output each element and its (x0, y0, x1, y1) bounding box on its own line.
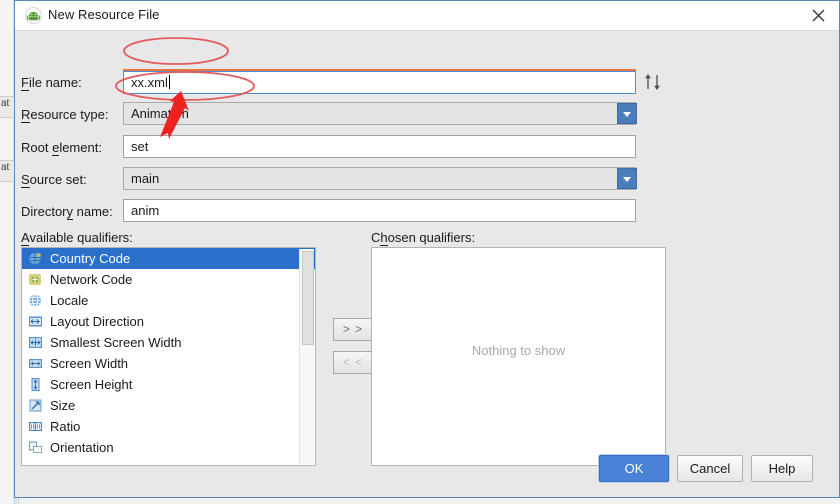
directory-name-value: anim (131, 203, 160, 218)
resource-type-combo[interactable]: Animation (123, 102, 636, 125)
new-resource-file-dialog: New Resource File File name: xx.xml Reso… (14, 0, 840, 498)
screen-width-icon (28, 356, 43, 371)
list-item-label: Country Code (50, 251, 131, 266)
source-set-combo[interactable]: main (123, 167, 636, 190)
dialog-title: New Resource File (48, 7, 160, 22)
list-item-label: Orientation (50, 440, 114, 455)
chosen-qualifiers-label: Chosen qualifiers: (371, 230, 476, 246)
directory-name-label: Directory name: (21, 204, 113, 220)
list-item[interactable]: Layout Direction (22, 311, 315, 332)
orientation-icon (28, 440, 43, 455)
list-item[interactable]: Network Code (22, 269, 315, 290)
list-item[interactable]: Screen Width (22, 353, 315, 374)
network-code-icon (28, 272, 43, 287)
add-qualifier-button[interactable]: > > (333, 318, 373, 341)
resource-type-dropdown-arrow[interactable] (617, 103, 637, 124)
directory-name-input[interactable]: anim (123, 199, 636, 222)
scrollbar-thumb[interactable] (302, 251, 314, 345)
list-item[interactable]: Smallest Screen Width (22, 332, 315, 353)
screen-height-icon (28, 377, 43, 392)
text-caret (168, 75, 170, 89)
remove-qualifier-button[interactable]: < < (333, 351, 373, 374)
size-icon (28, 398, 43, 413)
list-item-label: Screen Height (50, 377, 133, 392)
available-qualifiers-list[interactable]: Country Code Network Code Locale Layout Dir… (21, 247, 316, 466)
screen: at at New Resource File File name: xx.xm… (0, 0, 840, 504)
source-set-dropdown-arrow[interactable] (617, 168, 637, 189)
root-element-label: Root element: (21, 140, 102, 156)
android-robot-icon (25, 7, 42, 24)
country-code-icon (28, 251, 43, 266)
chosen-qualifiers-list[interactable]: Nothing to show (371, 247, 666, 466)
list-item[interactable]: Ratio (22, 416, 315, 437)
dialog-body: File name: xx.xml Resource type: Animati… (15, 31, 839, 497)
list-item-label: Size (50, 398, 76, 413)
source-set-label: Source set: (21, 172, 87, 188)
list-item[interactable]: Orientation (22, 437, 315, 458)
ok-button[interactable]: OK (599, 455, 669, 482)
list-item[interactable]: Country Code (22, 248, 315, 269)
locale-globe-icon (28, 293, 43, 308)
list-item-label: Network Code (50, 272, 133, 287)
available-qualifiers-label: Available qualifiers: (21, 230, 133, 246)
list-item-label: Locale (50, 293, 89, 308)
file-name-value: xx.xml (131, 75, 168, 90)
smallest-screen-width-icon (28, 335, 43, 350)
list-item-label: Layout Direction (50, 314, 144, 329)
root-element-value: set (131, 139, 149, 154)
ratio-icon (28, 419, 43, 434)
list-item[interactable]: Locale (22, 290, 315, 311)
list-item[interactable]: Size (22, 395, 315, 416)
dialog-titlebar: New Resource File (15, 1, 839, 31)
list-item-label: Ratio (50, 419, 81, 434)
source-set-value: main (131, 171, 160, 186)
help-button[interactable]: Help (751, 455, 813, 482)
list-item-label: Smallest Screen Width (50, 335, 182, 350)
available-list-scrollbar[interactable] (299, 249, 314, 464)
file-name-input[interactable]: xx.xml (123, 71, 636, 94)
layout-direction-icon (28, 314, 43, 329)
root-element-input[interactable]: set (123, 135, 636, 158)
resource-type-value: Animation (131, 106, 189, 121)
chosen-empty-message: Nothing to show (471, 343, 566, 358)
close-icon[interactable] (805, 4, 831, 28)
resource-type-label: Resource type: (21, 107, 109, 123)
list-item[interactable]: Screen Height (22, 374, 315, 395)
sort-up-down-icon[interactable] (642, 72, 664, 97)
list-item-label: Screen Width (50, 356, 129, 371)
file-name-label: File name: (21, 75, 82, 91)
cancel-button[interactable]: Cancel (677, 455, 743, 482)
available-items-container: Country Code Network Code Locale Layout Dir… (22, 248, 315, 458)
